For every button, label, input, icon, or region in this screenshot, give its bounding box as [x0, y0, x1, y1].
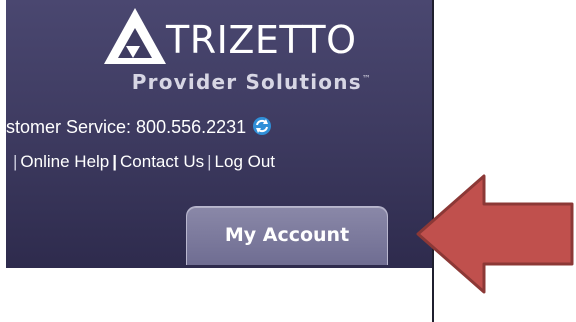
- customer-service-line: ustomer Service: 800.556.2231: [6, 116, 272, 138]
- online-help-link[interactable]: Online Help: [20, 152, 109, 171]
- header-banner: TRIZETTO Provider Solutions™ ustomer Ser…: [6, 0, 434, 268]
- red-pointer-arrow-icon: [416, 174, 574, 294]
- link-separator: |: [207, 152, 212, 171]
- link-separator: |: [112, 152, 118, 171]
- brand-tagline: Provider Solutions™: [131, 70, 372, 94]
- trizetto-logo[interactable]: TRIZETTO Provider Solutions™: [98, 6, 398, 102]
- phone-refresh-icon[interactable]: [252, 116, 272, 136]
- log-out-link[interactable]: Log Out: [215, 152, 276, 171]
- brand-name: TRIZETTO: [166, 18, 357, 62]
- tab-my-account[interactable]: My Account: [186, 206, 388, 265]
- utility-links: | Online Help | Contact Us | Log Out: [6, 152, 275, 172]
- trademark-symbol: ™: [361, 74, 372, 85]
- link-separator: |: [13, 152, 18, 171]
- contact-us-link[interactable]: Contact Us: [120, 152, 204, 171]
- customer-service-label: ustomer Service: 800.556.2231: [6, 117, 247, 137]
- trizetto-triangle-icon: [104, 8, 166, 64]
